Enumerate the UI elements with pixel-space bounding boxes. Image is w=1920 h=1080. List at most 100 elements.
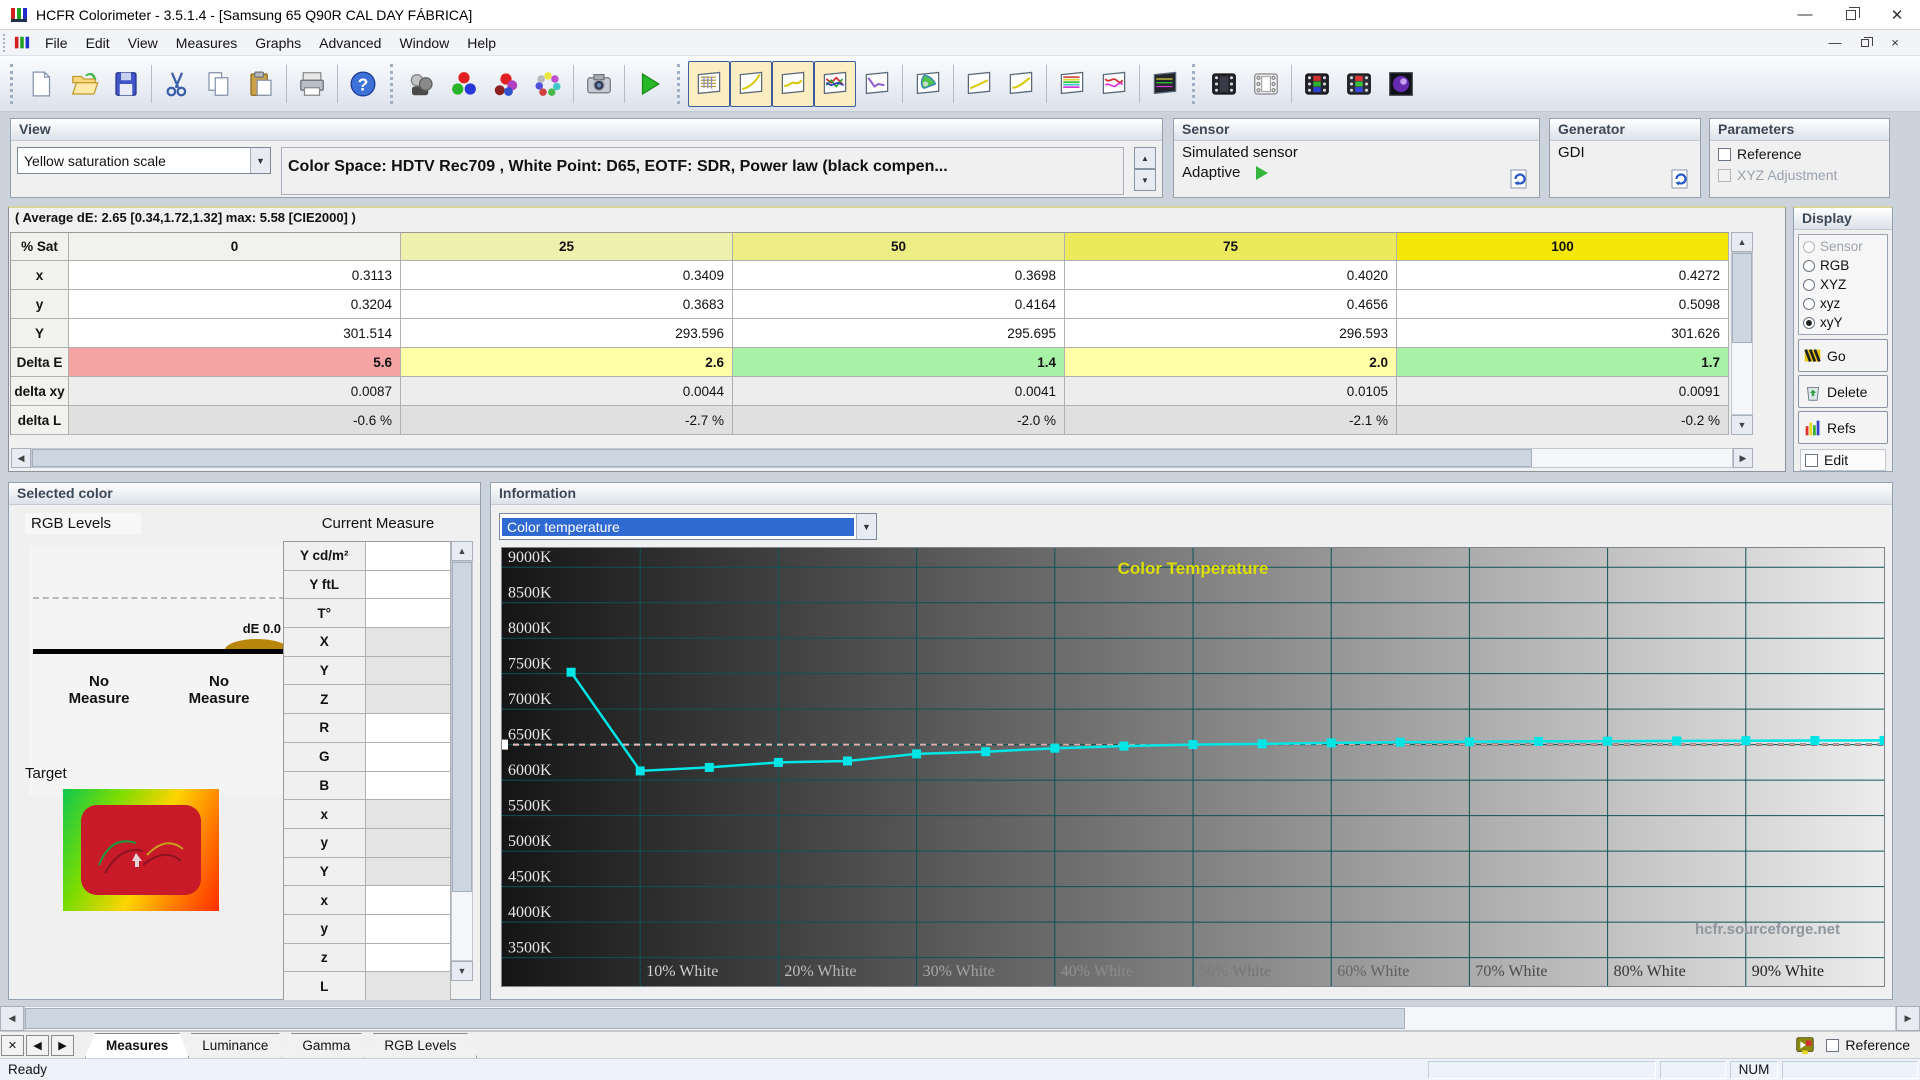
measure-cell[interactable]: 2.6	[401, 348, 733, 377]
measure-cell[interactable]: 0.0087	[69, 377, 401, 406]
radio-icon[interactable]	[1803, 317, 1815, 329]
menu-view[interactable]: View	[119, 32, 167, 54]
radio-icon[interactable]	[1803, 279, 1815, 291]
measure-cell[interactable]: 0.3698	[733, 261, 1065, 290]
measure-cell[interactable]: 1.4	[733, 348, 1065, 377]
target-color-image[interactable]	[63, 789, 219, 911]
view-satluminance-graph-button[interactable]	[1051, 61, 1093, 107]
measure-cell[interactable]: 0.0041	[733, 377, 1065, 406]
reference-checkbox-row[interactable]: Reference	[1710, 141, 1889, 162]
paste-button[interactable]	[240, 61, 282, 107]
measure-cell[interactable]: 301.514	[69, 319, 401, 348]
view-free-measures-button[interactable]	[1144, 61, 1186, 107]
measure-cell[interactable]: 0.5098	[1397, 290, 1729, 319]
refs-button[interactable]: Refs	[1798, 411, 1888, 444]
radio-icon[interactable]	[1803, 260, 1815, 272]
radio-icon[interactable]	[1803, 298, 1815, 310]
generator-rgb-1-button[interactable]	[1296, 61, 1338, 107]
menu-graphs[interactable]: Graphs	[246, 32, 310, 54]
tab-close-icon[interactable]: ✕	[1, 1035, 24, 1056]
edit-checkbox-row[interactable]: Edit	[1800, 449, 1886, 471]
display-option-RGB[interactable]: RGB	[1803, 256, 1883, 275]
menu-measures[interactable]: Measures	[167, 32, 246, 54]
measure-cell[interactable]: 2.0	[1065, 348, 1397, 377]
scroll-thumb[interactable]	[32, 449, 1532, 467]
measure-cell[interactable]: 0.3683	[401, 290, 733, 319]
generator-config-button[interactable]	[1668, 167, 1692, 191]
view-cie-diagram-button[interactable]	[907, 61, 949, 107]
capture-measure-button[interactable]	[578, 61, 620, 107]
view-luminance-histo-button[interactable]	[958, 61, 1000, 107]
tab-luminance[interactable]: Luminance	[181, 1033, 289, 1058]
spin-down-icon[interactable]: ▼	[1134, 169, 1156, 191]
run-continuous-button[interactable]	[629, 61, 671, 107]
view-color-tracking-button[interactable]	[1093, 61, 1135, 107]
display-option-xyY[interactable]: xyY	[1803, 313, 1883, 332]
view-rgb-levels-graph-button[interactable]	[814, 61, 856, 107]
measure-cell[interactable]: 0.4272	[1397, 261, 1729, 290]
scroll-up-icon[interactable]: ▲	[1731, 232, 1753, 252]
scroll-right-icon[interactable]: ▶	[1896, 1006, 1920, 1031]
measure-primaries-button[interactable]	[443, 61, 485, 107]
information-view-select[interactable]: Color temperature ▼	[499, 513, 877, 540]
tab-measures[interactable]: Measures	[85, 1033, 189, 1058]
screen-saver-button[interactable]	[1380, 61, 1422, 107]
view-gamma-graph-button[interactable]	[772, 61, 814, 107]
main-horizontal-scrollbar[interactable]: ◀ ▶	[0, 1006, 1920, 1031]
measure-colorchecker-button[interactable]	[527, 61, 569, 107]
scroll-thumb[interactable]	[1732, 253, 1752, 343]
scroll-down-icon[interactable]: ▼	[1731, 415, 1753, 435]
scroll-left-icon[interactable]: ◀	[11, 448, 31, 468]
view-gamma-histo-button[interactable]	[1000, 61, 1042, 107]
edit-checkbox[interactable]	[1805, 454, 1818, 467]
go-button[interactable]: Go	[1798, 339, 1888, 372]
delete-button[interactable]: Delete	[1798, 375, 1888, 408]
measure-cell[interactable]: -0.6 %	[69, 406, 401, 435]
generator-status-icon[interactable]	[1794, 1034, 1816, 1056]
tab-gamma[interactable]: Gamma	[281, 1033, 371, 1058]
cut-button[interactable]	[156, 61, 198, 107]
menu-file[interactable]: File	[36, 32, 77, 54]
scroll-thumb[interactable]	[25, 1008, 1405, 1029]
mdi-minimize-button[interactable]: —	[1824, 34, 1846, 52]
reference-toggle-checkbox[interactable]	[1826, 1039, 1839, 1052]
measure-cell[interactable]: 0.3204	[69, 290, 401, 319]
mdi-close-button[interactable]: ×	[1884, 34, 1906, 52]
minimize-button[interactable]: —	[1782, 0, 1828, 30]
help-button[interactable]: ?	[342, 61, 384, 107]
measure-cell[interactable]: 0.4656	[1065, 290, 1397, 319]
print-button[interactable]	[291, 61, 333, 107]
measure-cell[interactable]: 301.626	[1397, 319, 1729, 348]
open-file-button[interactable]	[63, 61, 105, 107]
scroll-thumb[interactable]	[452, 562, 472, 892]
measure-cell[interactable]: 0.4164	[733, 290, 1065, 319]
measure-cell[interactable]: -2.1 %	[1065, 406, 1397, 435]
measure-cell[interactable]: 1.7	[1397, 348, 1729, 377]
measure-cell[interactable]: 5.6	[69, 348, 401, 377]
colorspace-spinner[interactable]: ▲ ▼	[1134, 147, 1156, 191]
chevron-down-icon[interactable]: ▼	[856, 514, 876, 539]
measures-horizontal-scrollbar[interactable]: ◀ ▶	[11, 448, 1753, 468]
view-measures-table-button[interactable]	[688, 61, 730, 107]
new-document-button[interactable]	[21, 61, 63, 107]
view-luminance-graph-button[interactable]	[730, 61, 772, 107]
restore-button[interactable]	[1828, 0, 1874, 30]
measure-cell[interactable]: 0.0105	[1065, 377, 1397, 406]
measure-cell[interactable]: -2.7 %	[401, 406, 733, 435]
video-pattern-dark-button[interactable]	[1203, 61, 1245, 107]
scroll-right-icon[interactable]: ▶	[1733, 448, 1753, 468]
measure-cell[interactable]: 295.695	[733, 319, 1065, 348]
measure-cell[interactable]: 0.3113	[69, 261, 401, 290]
measure-grayscale-button[interactable]	[401, 61, 443, 107]
tab-scroll-right-icon[interactable]: ▶	[51, 1035, 74, 1056]
menu-help[interactable]: Help	[458, 32, 505, 54]
close-button[interactable]: ✕	[1874, 0, 1920, 30]
menu-edit[interactable]: Edit	[77, 32, 119, 54]
measure-cell[interactable]: 0.0091	[1397, 377, 1729, 406]
document-icon[interactable]	[14, 35, 30, 51]
tab-rgb-levels[interactable]: RGB Levels	[363, 1033, 477, 1058]
sensor-config-button[interactable]	[1507, 167, 1531, 191]
view-nearblack-graph-button[interactable]	[856, 61, 898, 107]
copy-button[interactable]	[198, 61, 240, 107]
save-button[interactable]	[105, 61, 147, 107]
